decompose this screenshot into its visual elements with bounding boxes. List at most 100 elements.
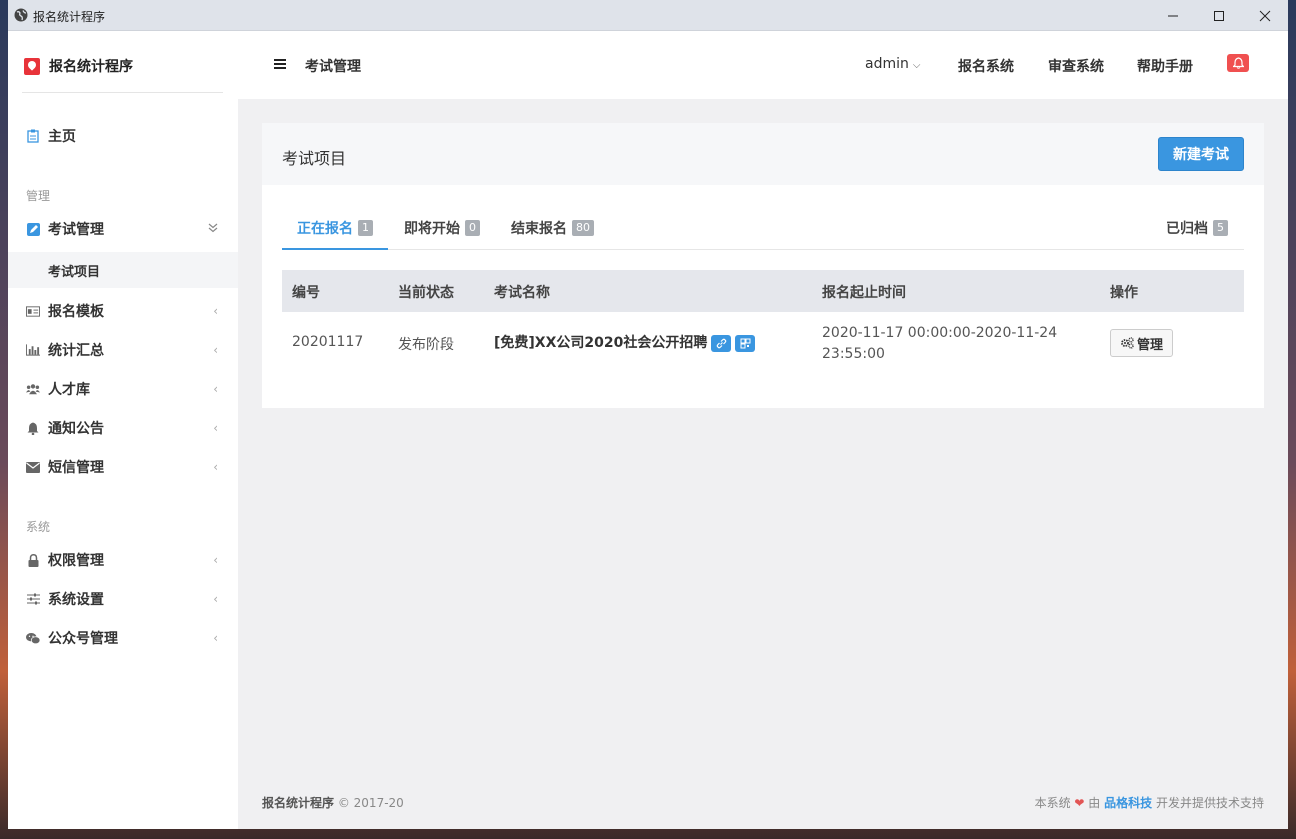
sidebar-item-exam-items[interactable]: 考试项目 <box>8 252 238 288</box>
menu-toggle-icon[interactable] <box>274 59 286 69</box>
heart-icon: ❤ <box>1074 796 1085 810</box>
notification-button[interactable] <box>1227 54 1249 72</box>
window-title: 报名统计程序 <box>33 10 106 24</box>
nav-link-help-manual[interactable]: 帮助手册 <box>1137 56 1193 76</box>
top-header: 考试管理 admin ⌵ 报名系统 审查系统 帮助手册 <box>238 31 1288 99</box>
id-card-icon <box>26 304 40 318</box>
sidebar-item-label: 系统设置 <box>48 592 104 608</box>
exam-name[interactable]: [免费]XX公司2020社会公开招聘 <box>494 335 707 351</box>
tab-label: 结束报名 <box>511 221 567 237</box>
manage-button[interactable]: 管理 <box>1110 329 1173 357</box>
column-header: 当前状态 <box>398 285 454 301</box>
envelope-icon <box>26 460 40 474</box>
edit-icon <box>26 222 40 236</box>
chevron-left-icon: ‹ <box>213 343 218 357</box>
column-header: 考试名称 <box>494 285 550 301</box>
footer-copyright: 报名统计程序 © 2017-20 <box>262 794 404 811</box>
column-header: 操作 <box>1110 285 1138 301</box>
tab-label: 即将开始 <box>404 221 460 237</box>
section-label-manage: 管理 <box>26 189 51 203</box>
sidebar-item-label: 考试管理 <box>48 222 104 238</box>
nav-link-signup-system[interactable]: 报名系统 <box>958 56 1014 76</box>
brand-title: 报名统计程序 <box>49 59 133 75</box>
footer-prefix: 本系统 <box>1034 796 1071 810</box>
footer-by: 由 <box>1088 796 1101 810</box>
bell-icon <box>1232 57 1244 69</box>
sidebar-item-label: 通知公告 <box>48 421 104 437</box>
sidebar-item-exam-manage[interactable]: 考试管理 <box>8 211 238 247</box>
footer-app-name: 报名统计程序 <box>262 796 335 810</box>
gears-icon <box>1121 337 1134 349</box>
brand[interactable]: 报名统计程序 <box>24 55 133 77</box>
chevron-left-icon: ‹ <box>213 421 218 435</box>
sidebar-item-label: 报名模板 <box>48 304 104 320</box>
bar-chart-icon <box>26 343 40 357</box>
column-header: 报名起止时间 <box>822 285 906 301</box>
count-badge: 5 <box>1213 220 1228 236</box>
chevron-left-icon: ‹ <box>213 460 218 474</box>
active-tab-indicator <box>282 248 388 250</box>
exam-name-cell: [免费]XX公司2020社会公开招聘 <box>494 332 756 352</box>
sidebar-item-label: 公众号管理 <box>48 631 118 647</box>
manage-label: 管理 <box>1136 337 1163 353</box>
exam-id: 20201117 <box>292 334 364 350</box>
maximize-button[interactable] <box>1196 0 1242 31</box>
count-badge: 0 <box>465 220 480 236</box>
time-range-line-1: 2020-11-17 00:00:00-2020-11-24 <box>822 325 1058 341</box>
sidebar-item-notice[interactable]: 通知公告 ‹ <box>8 410 238 446</box>
section-label-system: 系统 <box>26 520 51 534</box>
sliders-icon <box>26 592 40 606</box>
sidebar-item-template[interactable]: 报名模板 ‹ <box>8 293 238 329</box>
sidebar-item-label: 考试项目 <box>48 264 101 280</box>
company-link[interactable]: 品格科技 <box>1104 796 1152 810</box>
qrcode-icon[interactable] <box>735 334 756 352</box>
exam-panel: 考试项目 新建考试 正在报名 1 即将开始 0 结束报名 80 已归档 5 编号… <box>262 123 1264 408</box>
chevron-left-icon: ‹ <box>213 592 218 606</box>
table-header: 编号 当前状态 考试名称 报名起止时间 操作 <box>282 270 1244 312</box>
footer-suffix: 开发并提供技术支持 <box>1155 796 1264 810</box>
sidebar-item-home[interactable]: 主页 <box>8 118 238 154</box>
sidebar-item-label: 权限管理 <box>48 553 104 569</box>
sidebar-item-sms[interactable]: 短信管理 ‹ <box>8 449 238 485</box>
tab-label: 正在报名 <box>297 221 353 237</box>
sidebar-item-wechat[interactable]: 公众号管理 ‹ <box>8 620 238 656</box>
sidebar-item-stats[interactable]: 统计汇总 ‹ <box>8 332 238 368</box>
lock-icon <box>26 553 40 567</box>
logo-icon <box>24 57 40 75</box>
chevron-left-icon: ‹ <box>213 553 218 567</box>
count-badge: 80 <box>572 220 594 236</box>
close-button[interactable] <box>1242 0 1288 31</box>
footer-credits: 本系统 ❤ 由 品格科技 开发并提供技术支持 <box>1035 794 1264 811</box>
wechat-icon <box>26 631 40 645</box>
sidebar-item-label: 主页 <box>48 129 76 145</box>
sidebar-item-permissions[interactable]: 权限管理 ‹ <box>8 542 238 578</box>
chevron-left-icon: ‹ <box>213 631 218 645</box>
footer-years: © 2017-20 <box>337 796 404 810</box>
tab-upcoming[interactable]: 即将开始 0 <box>404 218 480 238</box>
breadcrumb: 考试管理 <box>305 59 361 75</box>
link-icon[interactable] <box>711 334 732 352</box>
app-window: 报名统计程序 报名统计程序 主页 管理 考试管理 考试项目 报名模板 ‹ 统计汇… <box>8 0 1288 829</box>
exam-status: 发布阶段 <box>398 337 454 353</box>
tab-ended[interactable]: 结束报名 80 <box>511 218 594 238</box>
users-icon <box>26 382 40 396</box>
divider <box>22 92 223 93</box>
user-menu[interactable]: admin ⌵ <box>865 56 920 72</box>
globe-icon <box>14 8 28 22</box>
tab-label: 已归档 <box>1166 221 1208 237</box>
time-range-line-2: 23:55:00 <box>822 346 885 362</box>
panel-title: 考试项目 <box>282 149 347 168</box>
clipboard-icon <box>26 129 40 143</box>
tab-archived[interactable]: 已归档 5 <box>1166 218 1228 238</box>
tab-registering[interactable]: 正在报名 1 <box>297 218 373 238</box>
new-exam-button[interactable]: 新建考试 <box>1158 137 1244 171</box>
chevron-left-icon: ‹ <box>213 304 218 318</box>
sidebar-item-settings[interactable]: 系统设置 ‹ <box>8 581 238 617</box>
maximize-icon <box>1214 10 1224 21</box>
bell-icon <box>26 421 40 435</box>
sidebar-item-talent[interactable]: 人才库 ‹ <box>8 371 238 407</box>
minimize-icon <box>1168 15 1178 16</box>
count-badge: 1 <box>358 220 373 236</box>
minimize-button[interactable] <box>1150 0 1196 31</box>
nav-link-review-system[interactable]: 审查系统 <box>1048 56 1104 76</box>
